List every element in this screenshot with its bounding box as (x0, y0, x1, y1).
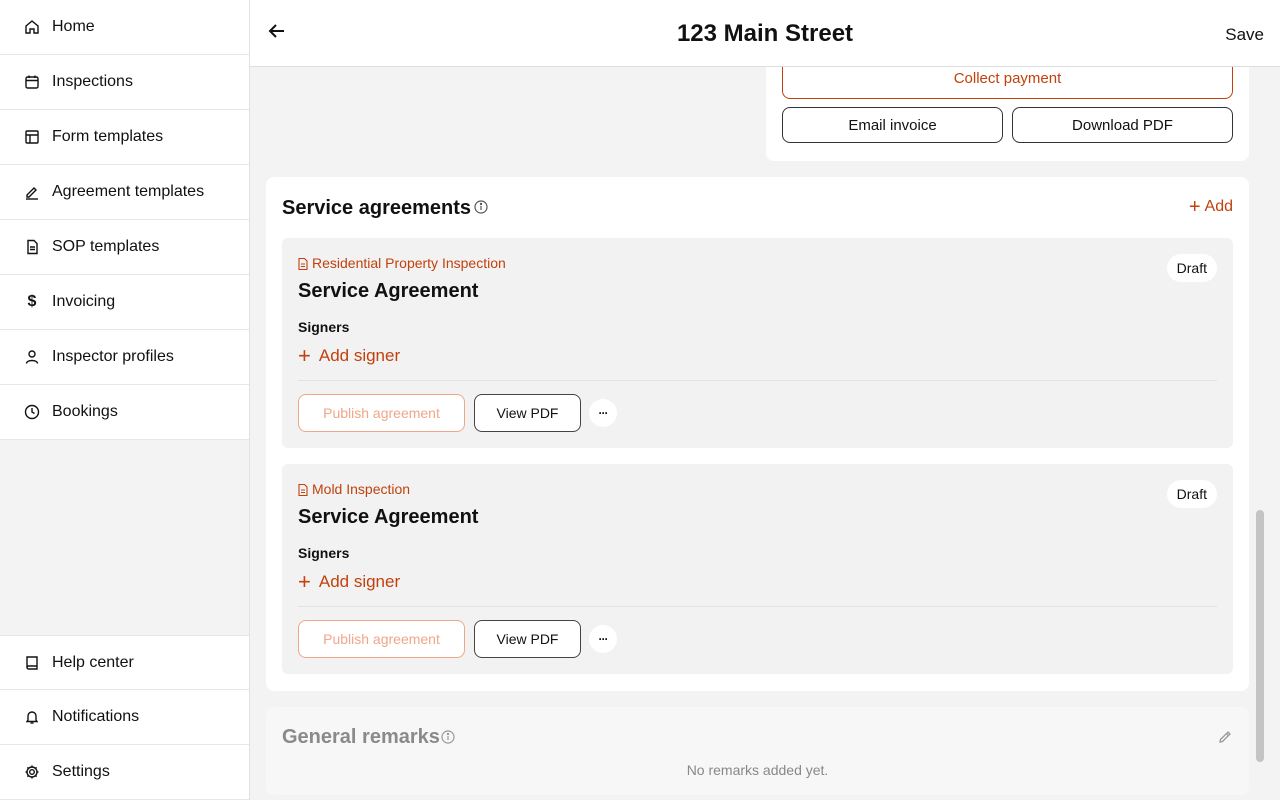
sidebar-item-label: Invoicing (52, 293, 116, 310)
service-agreements-card: Service agreements + Add Residential Pro… (266, 177, 1249, 691)
sidebar-item-label: Home (52, 18, 95, 35)
invoice-card: Collect payment Email invoice Download P… (766, 67, 1249, 161)
info-icon[interactable] (441, 730, 455, 744)
signers-label: Signers (298, 545, 350, 561)
sidebar-item-help-center[interactable]: Help center (0, 635, 249, 690)
layout-icon (24, 129, 40, 145)
calendar-icon (24, 74, 40, 90)
more-options-button[interactable]: ··· (589, 625, 617, 653)
sidebar-item-label: SOP templates (52, 238, 160, 255)
document-icon (24, 239, 40, 255)
agreement-name: Service Agreement (298, 280, 479, 302)
agreement-name: Service Agreement (298, 506, 479, 528)
signature-icon (24, 184, 40, 200)
add-signer-label: Add signer (318, 346, 401, 365)
home-icon (24, 19, 40, 35)
sidebar-bottom: Help center Notifications Settings (0, 635, 249, 800)
service-agreements-title: Service agreements (282, 197, 472, 219)
divider (298, 606, 1217, 607)
agreement-type-label: Residential Property Inspection (312, 255, 506, 271)
clock-icon (24, 404, 40, 420)
plus-icon: + (1188, 196, 1201, 218)
document-icon (298, 483, 308, 497)
agreement-type-link[interactable]: Residential Property Inspection (298, 255, 506, 271)
empty-state-text: No remarks added yet. (686, 762, 829, 778)
general-remarks-title: General remarks (282, 726, 440, 748)
view-pdf-button[interactable]: View PDF (474, 394, 581, 432)
plus-icon: + (298, 569, 311, 594)
divider (298, 380, 1217, 381)
more-options-button[interactable]: ··· (589, 399, 617, 427)
add-agreement-button[interactable]: + Add (1188, 196, 1233, 218)
page-header: 123 Main Street Save (250, 0, 1280, 67)
agreement-item: Residential Property Inspection Service … (282, 238, 1233, 448)
add-signer-button[interactable]: + Add signer (298, 343, 401, 368)
sidebar-item-invoicing[interactable]: $ Invoicing (0, 275, 249, 330)
sidebar-item-inspector-profiles[interactable]: Inspector profiles (0, 330, 249, 385)
sidebar-item-label: Help center (52, 653, 134, 671)
sidebar-item-agreement-templates[interactable]: Agreement templates (0, 165, 249, 220)
document-icon (298, 257, 308, 271)
sidebar-item-form-templates[interactable]: Form templates (0, 110, 249, 165)
add-signer-button[interactable]: + Add signer (298, 569, 401, 594)
scrollbar[interactable] (1256, 510, 1264, 762)
agreement-type-label: Mold Inspection (312, 481, 411, 497)
publish-agreement-button[interactable]: Publish agreement (298, 394, 465, 432)
add-signer-label: Add signer (318, 572, 401, 591)
sidebar-item-label: Inspector profiles (52, 348, 174, 365)
save-button[interactable]: Save (1225, 25, 1264, 45)
sidebar-item-sop-templates[interactable]: SOP templates (0, 220, 249, 275)
sidebar: Home Inspections Form templates Agreemen… (0, 0, 250, 800)
edit-pencil-icon[interactable] (1217, 729, 1233, 745)
book-icon (24, 655, 40, 671)
agreement-type-link[interactable]: Mold Inspection (298, 481, 410, 497)
status-badge: Draft (1166, 254, 1217, 282)
add-agreement-label: Add (1204, 198, 1233, 215)
status-badge: Draft (1166, 480, 1217, 508)
sidebar-item-bookings[interactable]: Bookings (0, 385, 249, 440)
download-pdf-button[interactable]: Download PDF (1012, 107, 1233, 143)
sidebar-item-label: Settings (52, 763, 110, 780)
sidebar-item-label: Inspections (52, 73, 133, 90)
dollar-icon: $ (27, 293, 37, 310)
main-content: Collect payment Email invoice Download P… (250, 67, 1266, 800)
sidebar-item-settings[interactable]: Settings (0, 745, 249, 800)
email-invoice-button[interactable]: Email invoice (782, 107, 1003, 143)
user-icon (24, 349, 40, 365)
signers-label: Signers (298, 319, 350, 335)
sidebar-item-label: Form templates (52, 128, 164, 145)
general-remarks-card: General remarks No remarks added yet. (266, 707, 1249, 795)
page-title: 123 Main Street (676, 20, 854, 47)
sidebar-item-inspections[interactable]: Inspections (0, 55, 249, 110)
gear-icon (24, 764, 40, 780)
sidebar-item-label: Agreement templates (52, 183, 205, 200)
sidebar-item-home[interactable]: Home (0, 0, 249, 55)
agreement-item: Mold Inspection Service Agreement Draft … (282, 464, 1233, 674)
collect-payment-button[interactable]: Collect payment (782, 67, 1233, 99)
view-pdf-button[interactable]: View PDF (474, 620, 581, 658)
info-icon[interactable] (474, 200, 488, 214)
sidebar-item-notifications[interactable]: Notifications (0, 690, 249, 745)
sidebar-item-label: Bookings (52, 403, 118, 420)
bell-icon (24, 709, 40, 725)
sidebar-item-label: Notifications (52, 708, 140, 725)
plus-icon: + (298, 343, 311, 368)
publish-agreement-button[interactable]: Publish agreement (298, 620, 465, 658)
